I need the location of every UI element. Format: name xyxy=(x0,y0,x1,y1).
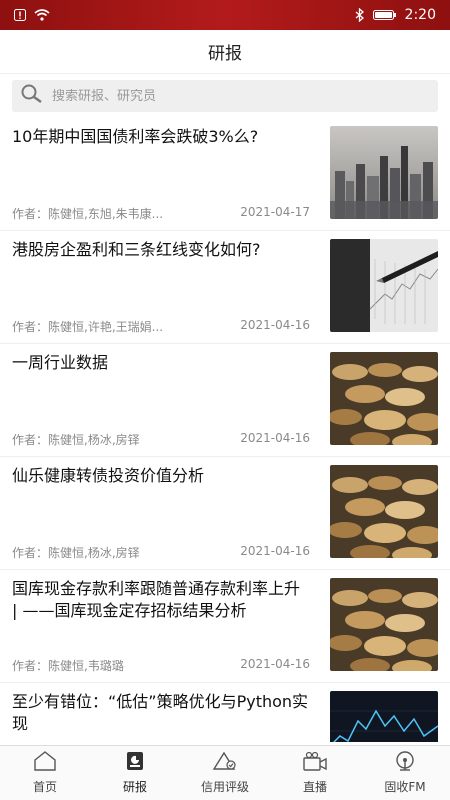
page-header: 研报 xyxy=(0,30,450,74)
report-author: 作者：陈健恒,韦璐璐 xyxy=(12,659,124,673)
report-thumbnail xyxy=(330,126,438,219)
tab-reports[interactable]: 研报 xyxy=(90,746,180,800)
bottom-tab-bar: 首页 研报 信用评级 直播 固收FM xyxy=(0,745,450,800)
home-icon xyxy=(33,751,57,774)
tab-label: 固收FM xyxy=(384,780,426,794)
report-title: 一周行业数据 xyxy=(12,353,109,372)
report-title: 国库现金存款利率跟随普通存款利率上升 | ——国库现金定存招标结果分析 xyxy=(12,579,301,620)
report-item[interactable]: 至少有错位：“低估”策略优化与Python实现 xyxy=(0,683,450,742)
search-input[interactable] xyxy=(52,88,412,104)
report-author: 作者：陈健恒,杨冰,房铎 xyxy=(12,546,140,560)
status-bar: 2:20 xyxy=(0,0,450,30)
report-title: 至少有错位：“低估”策略优化与Python实现 xyxy=(12,692,309,733)
report-date: 2021-04-16 xyxy=(240,318,310,332)
tab-live[interactable]: 直播 xyxy=(270,746,360,800)
search-bar-container xyxy=(0,74,450,118)
report-title: 仙乐健康转债投资价值分析 xyxy=(12,466,205,485)
report-thumbnail xyxy=(330,691,438,742)
report-author: 作者：陈健恒,杨冰,房铎 xyxy=(12,433,140,447)
report-date: 2021-04-16 xyxy=(240,657,310,671)
report-date: 2021-04-16 xyxy=(240,544,310,558)
report-author: 作者：陈健恒,东旭,朱韦康... xyxy=(12,207,164,221)
report-item[interactable]: 国库现金存款利率跟随普通存款利率上升 | ——国库现金定存招标结果分析 作者：陈… xyxy=(0,570,450,683)
search-icon xyxy=(20,84,44,108)
report-icon xyxy=(125,751,145,774)
tab-fixed-income-fm[interactable]: 固收FM xyxy=(360,746,450,800)
report-item[interactable]: 一周行业数据 作者：陈健恒,杨冰,房铎 2021-04-16 xyxy=(0,344,450,457)
tab-label: 直播 xyxy=(302,780,327,794)
page-title: 研报 xyxy=(208,44,242,64)
report-item[interactable]: 仙乐健康转债投资价值分析 作者：陈健恒,杨冰,房铎 2021-04-16 xyxy=(0,457,450,570)
report-item[interactable]: 港股房企盈利和三条红线变化如何? 作者：陈健恒,许艳,王瑞娟... 2021-0… xyxy=(0,231,450,344)
tab-label: 信用评级 xyxy=(200,780,249,794)
rating-icon xyxy=(212,751,238,774)
bluetooth-icon xyxy=(355,8,365,22)
report-thumbnail xyxy=(330,578,438,671)
camera-icon xyxy=(302,751,328,774)
report-title: 10年期中国国债利率会跌破3%么? xyxy=(12,127,259,146)
tab-label: 研报 xyxy=(122,780,147,794)
battery-icon xyxy=(372,9,397,21)
report-thumbnail xyxy=(330,465,438,558)
report-thumbnail xyxy=(330,239,438,332)
alert-icon xyxy=(14,9,26,21)
report-title: 港股房企盈利和三条红线变化如何? xyxy=(12,240,261,259)
report-author: 作者：陈健恒,许艳,王瑞娟... xyxy=(12,320,164,334)
wifi-icon xyxy=(34,9,50,21)
status-time: 2:20 xyxy=(404,7,436,23)
tab-home[interactable]: 首页 xyxy=(0,746,90,800)
tab-credit-rating[interactable]: 信用评级 xyxy=(180,746,270,800)
radio-icon xyxy=(393,751,417,774)
search-bar[interactable] xyxy=(12,80,438,112)
report-item[interactable]: 10年期中国国债利率会跌破3%么? 作者：陈健恒,东旭,朱韦康... 2021-… xyxy=(0,118,450,231)
tab-label: 首页 xyxy=(32,780,57,794)
report-thumbnail xyxy=(330,352,438,445)
report-list: 10年期中国国债利率会跌破3%么? 作者：陈健恒,东旭,朱韦康... 2021-… xyxy=(0,118,450,742)
report-date: 2021-04-17 xyxy=(240,205,310,219)
report-date: 2021-04-16 xyxy=(240,431,310,445)
